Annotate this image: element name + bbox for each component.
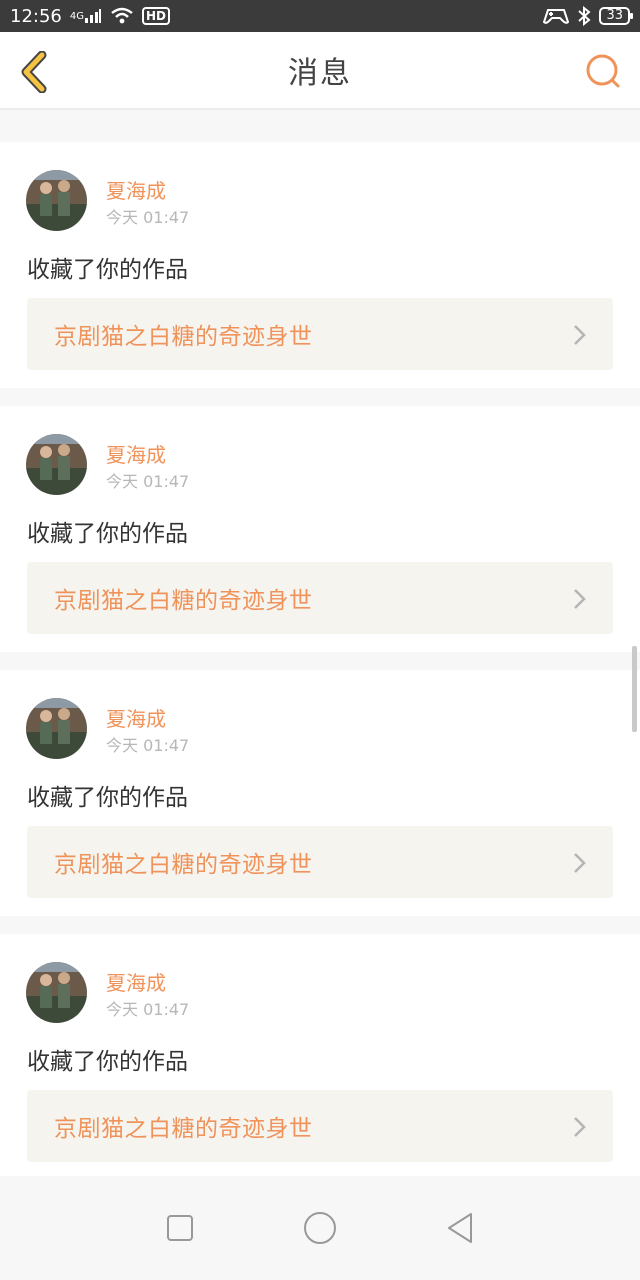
list-item: 夏海成 今天 01:47 收藏了你的作品 京剧猫之白糖的奇迹身世 [0,406,640,652]
home-icon [304,1212,336,1244]
message-action: 收藏了你的作品 [27,521,188,547]
work-link[interactable]: 京剧猫之白糖的奇迹身世 [27,826,613,898]
message-action: 收藏了你的作品 [27,785,188,811]
search-icon [586,54,620,88]
list-item: 夏海成 今天 01:47 收藏了你的作品 京剧猫之白糖的奇迹身世 [0,934,640,1176]
avatar[interactable] [26,698,87,759]
work-title: 京剧猫之白糖的奇迹身世 [54,1116,313,1142]
status-time: 12:56 [10,5,62,27]
battery-level: 33 [606,8,623,23]
work-link[interactable]: 京剧猫之白糖的奇迹身世 [27,1090,613,1162]
header: 消息 [0,32,640,110]
signal-icon: 4G [70,8,102,24]
message-action: 收藏了你的作品 [27,1049,188,1075]
list-item: 夏海成 今天 01:47 收藏了你的作品 京剧猫之白糖的奇迹身世 [0,142,640,388]
back-icon [448,1213,472,1243]
chevron-right-icon [574,1117,586,1137]
username[interactable]: 夏海成 [106,967,166,996]
hd-label: HD [146,9,167,23]
message-time: 今天 01:47 [106,472,190,491]
chevron-right-icon [574,325,586,345]
avatar[interactable] [26,434,87,495]
username[interactable]: 夏海成 [106,439,166,468]
message-time: 今天 01:47 [106,208,190,227]
battery-icon: 33 [599,7,633,25]
search-button[interactable] [584,52,624,92]
avatar[interactable] [26,962,87,1023]
message-time: 今天 01:47 [106,1000,190,1019]
hd-icon: HD [142,7,171,25]
status-bar: 12:56 4G HD 33 [0,0,640,32]
message-time: 今天 01:47 [106,736,190,755]
work-title: 京剧猫之白糖的奇迹身世 [54,324,313,350]
page-title: 消息 [288,56,352,91]
bluetooth-icon [577,6,591,26]
message-action: 收藏了你的作品 [27,257,188,283]
work-link[interactable]: 京剧猫之白糖的奇迹身世 [27,562,613,634]
recent-apps-button[interactable] [160,1208,200,1248]
work-title: 京剧猫之白糖的奇迹身世 [54,588,313,614]
back-button[interactable] [14,50,54,94]
work-title: 京剧猫之白糖的奇迹身世 [54,852,313,878]
gamepad-icon [543,7,570,25]
recent-apps-icon [167,1215,193,1241]
username[interactable]: 夏海成 [106,175,166,204]
network-type: 4G [69,10,84,22]
message-list[interactable]: 夏海成 今天 01:47 收藏了你的作品 京剧猫之白糖的奇迹身世 夏海成 今天 … [0,110,640,1176]
system-nav-bar [0,1176,640,1280]
chevron-right-icon [574,853,586,873]
chevron-right-icon [574,589,586,609]
avatar[interactable] [26,170,87,231]
work-link[interactable]: 京剧猫之白糖的奇迹身世 [27,298,613,370]
list-item: 夏海成 今天 01:47 收藏了你的作品 京剧猫之白糖的奇迹身世 [0,670,640,916]
wifi-icon [110,7,134,25]
chevron-left-icon [21,51,47,93]
home-button[interactable] [300,1208,340,1248]
back-nav-button[interactable] [440,1208,480,1248]
username[interactable]: 夏海成 [106,703,166,732]
scrollbar[interactable] [632,646,637,732]
